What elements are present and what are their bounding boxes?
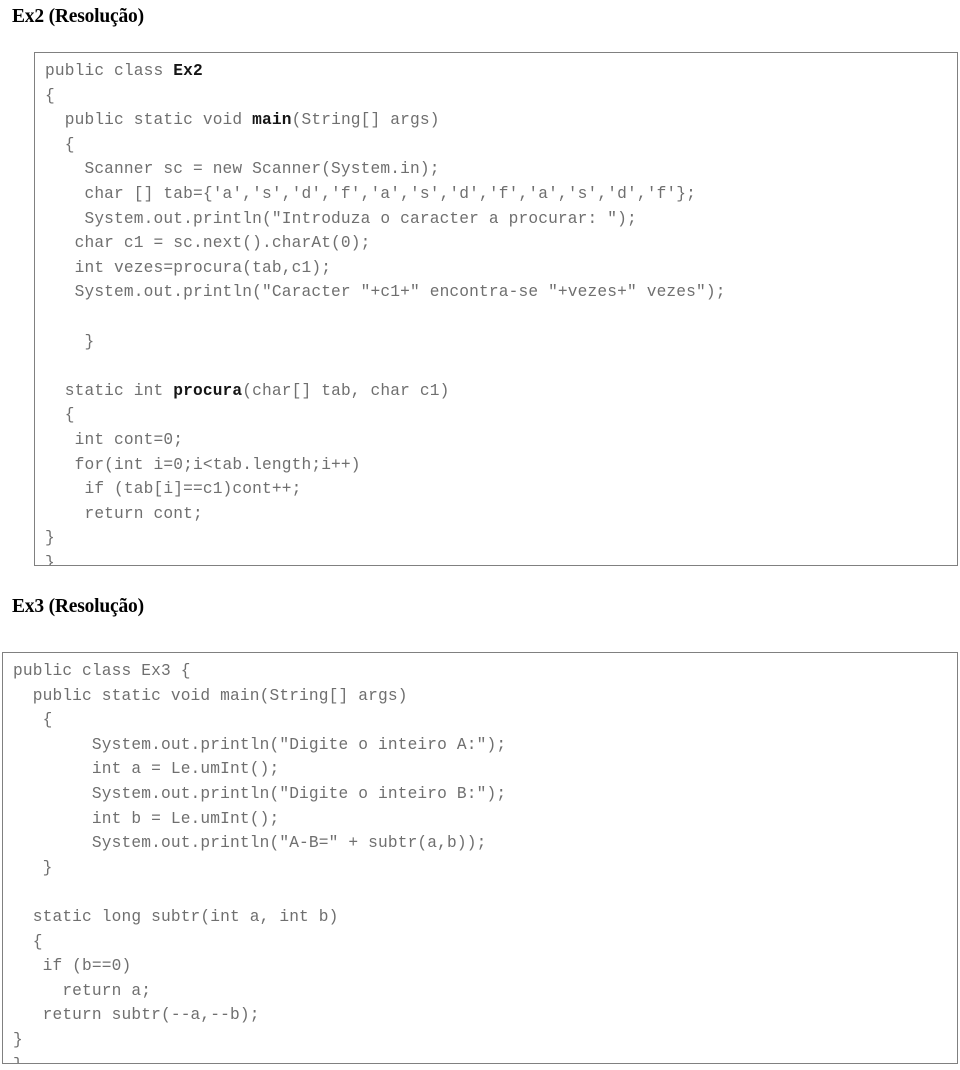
code-text: (char[] tab, char c1)	[242, 381, 450, 400]
code-text: {	[45, 406, 75, 425]
code-text: System.out.println("Digite o inteiro B:"…	[13, 784, 507, 803]
code-line: char c1 = sc.next().charAt(0);	[45, 231, 957, 256]
code-text: public class	[45, 62, 174, 80]
code-block-ex2: public class Ex2 { public static void mai…	[34, 52, 958, 566]
code-line: return cont;	[45, 502, 957, 527]
code-line: }	[13, 856, 957, 881]
code-text: int b = Le.umInt();	[13, 809, 280, 828]
code-line: }	[13, 1028, 957, 1053]
code-listing-ex3: public class Ex3 { public static void ma…	[3, 653, 957, 1064]
code-block-ex3: public class Ex3 { public static void ma…	[2, 652, 958, 1064]
code-line: int a = Le.umInt();	[13, 757, 957, 782]
code-text: {	[45, 135, 75, 154]
code-text: int cont=0;	[45, 430, 184, 449]
code-line: if (tab[i]==c1)cont++;	[45, 477, 957, 502]
code-text: return a;	[13, 981, 152, 1000]
code-line: {	[45, 84, 957, 109]
code-line: if (b==0)	[13, 954, 957, 979]
code-line: static long subtr(int a, int b)	[13, 905, 957, 930]
code-text: public static void	[45, 111, 253, 130]
code-line: {	[13, 930, 957, 955]
code-text: (String[] args)	[291, 111, 440, 130]
code-text: public class Ex3 {	[13, 662, 191, 680]
code-text: }	[45, 553, 55, 566]
code-line: public class Ex3 {	[13, 659, 957, 684]
code-line: {	[45, 133, 957, 158]
code-text: {	[13, 711, 53, 730]
code-identifier-bold: Ex2	[173, 62, 203, 80]
code-line: public static void main(String[] args)	[45, 108, 957, 133]
code-line: return a;	[13, 979, 957, 1004]
code-text: System.out.println("Digite o inteiro A:"…	[13, 735, 507, 754]
code-line: int vezes=procura(tab,c1);	[45, 256, 957, 281]
code-line: {	[13, 708, 957, 733]
code-identifier-bold: procura	[173, 381, 243, 400]
code-line: System.out.println("Introduza o caracter…	[45, 207, 957, 232]
code-line: System.out.println("Caracter "+c1+" enco…	[45, 280, 957, 305]
code-line: }	[45, 330, 957, 355]
code-text: }	[13, 1056, 23, 1064]
code-line: }	[45, 526, 957, 551]
code-text: }	[13, 858, 53, 877]
code-text: int a = Le.umInt();	[13, 760, 280, 779]
code-line: for(int i=0;i<tab.length;i++)	[45, 453, 957, 478]
code-line: char [] tab={'a','s','d','f','a','s','d'…	[45, 182, 957, 207]
code-text: if (b==0)	[13, 957, 132, 976]
code-text: System.out.println("A-B=" + subtr(a,b));	[13, 834, 487, 853]
code-line: int cont=0;	[45, 428, 957, 453]
code-text: return subtr(--a,--b);	[13, 1006, 260, 1025]
code-text: char [] tab={'a','s','d','f','a','s','d'…	[45, 184, 697, 203]
code-text: System.out.println("Caracter "+c1+" enco…	[45, 283, 726, 302]
code-text: }	[45, 332, 95, 351]
code-text: char c1 = sc.next().charAt(0);	[45, 234, 371, 253]
code-line: {	[45, 403, 957, 428]
code-line: public class Ex2	[45, 59, 957, 84]
code-text: return cont;	[45, 504, 203, 523]
section-heading-ex3: Ex3 (Resolução)	[12, 596, 144, 617]
code-line: System.out.println("Digite o inteiro A:"…	[13, 733, 957, 758]
code-identifier-bold: main	[252, 111, 292, 130]
code-line: public static void main(String[] args)	[13, 684, 957, 709]
code-text: {	[13, 932, 43, 951]
code-line: System.out.println("A-B=" + subtr(a,b));	[13, 831, 957, 856]
code-line: static int procura(char[] tab, char c1)	[45, 379, 957, 404]
code-text: System.out.println("Introduza o caracter…	[45, 209, 637, 228]
code-text: static int	[45, 381, 174, 400]
code-line: int b = Le.umInt();	[13, 807, 957, 832]
code-line: System.out.println("Digite o inteiro B:"…	[13, 782, 957, 807]
section-heading-ex2: Ex2 (Resolução)	[12, 6, 144, 27]
code-line: return subtr(--a,--b);	[13, 1003, 957, 1028]
code-text: {	[45, 86, 55, 105]
code-line: }	[45, 551, 957, 566]
code-text: }	[13, 1030, 23, 1049]
code-line: }	[13, 1053, 957, 1064]
code-line: Scanner sc = new Scanner(System.in);	[45, 157, 957, 182]
code-text: for(int i=0;i<tab.length;i++)	[45, 455, 361, 474]
document-page: Ex2 (Resolução) public class Ex2 { public…	[0, 0, 960, 1070]
code-text: }	[45, 529, 55, 548]
code-text: int vezes=procura(tab,c1);	[45, 258, 332, 277]
code-text: if (tab[i]==c1)cont++;	[45, 480, 302, 499]
code-text: public static void main(String[] args)	[13, 686, 408, 705]
code-listing-ex2: public class Ex2 { public static void mai…	[35, 53, 957, 566]
code-text: static long subtr(int a, int b)	[13, 907, 339, 926]
code-text: Scanner sc = new Scanner(System.in);	[45, 160, 440, 179]
